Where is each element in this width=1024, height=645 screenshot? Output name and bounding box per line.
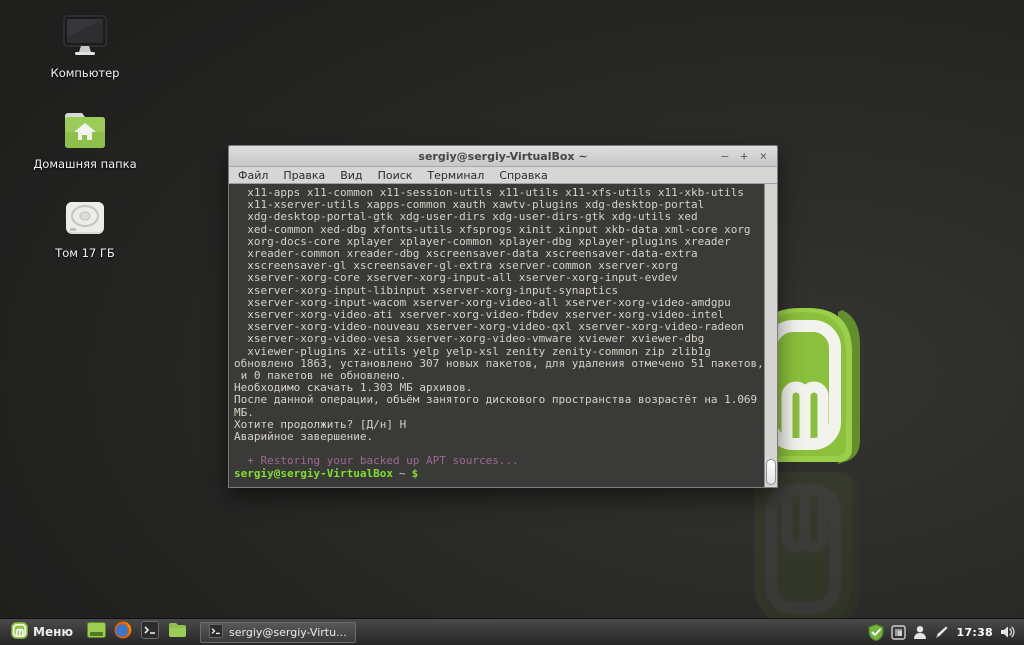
- screen-session-tray-icon[interactable]: [891, 624, 907, 640]
- window-title: sergiy@sergiy-VirtualBox ~: [418, 149, 588, 163]
- pen-input-tray-icon[interactable]: [934, 625, 949, 640]
- menu-button[interactable]: Меню: [5, 621, 79, 644]
- maximize-button[interactable]: +: [741, 150, 748, 162]
- firefox-icon: [114, 621, 132, 643]
- update-manager-shield-icon[interactable]: [868, 623, 884, 641]
- desktop-icons: Компьютер Домашняя папка Том 17 ГБ: [26, 14, 144, 260]
- window-button-label: sergiy@sergiy-Virtu...: [229, 625, 347, 639]
- volume-icon[interactable]: [1000, 625, 1016, 639]
- prompt-user-host: sergiy@sergiy-VirtualBox: [234, 466, 393, 480]
- desktop-icon-computer[interactable]: Компьютер: [26, 14, 144, 80]
- terminal-icon: [209, 623, 224, 642]
- menu-search[interactable]: Поиск: [378, 169, 413, 182]
- taskbar-clock[interactable]: 17:38: [956, 626, 993, 639]
- terminal-output-line: xserver-xorg-core xserver-xorg-input-all…: [234, 271, 678, 285]
- menu-help[interactable]: Справка: [499, 169, 547, 182]
- scrollbar-thumb[interactable]: [766, 459, 776, 485]
- terminal-output-line: xserver-xorg-input-libinput xserver-xorg…: [234, 283, 619, 297]
- terminal-output-line: xdg-desktop-portal-gtk xdg-user-dirs xdg…: [234, 210, 698, 224]
- terminal-launcher[interactable]: [140, 621, 160, 643]
- system-tray: 17:38: [868, 623, 1019, 641]
- mint-menu-icon: [11, 621, 28, 643]
- close-button[interactable]: ×: [760, 150, 767, 162]
- terminal-output-line: xed-common xed-dbg xfonts-utils xfsprogs…: [234, 222, 751, 236]
- prompt-path: ~: [398, 466, 406, 480]
- taskbar-window-button[interactable]: sergiy@sergiy-Virtu...: [200, 621, 356, 643]
- desktop-icon-label: Том 17 ГБ: [55, 246, 115, 260]
- menu-file[interactable]: Файл: [238, 169, 268, 182]
- disk-icon: [62, 200, 108, 242]
- menu-edit[interactable]: Правка: [283, 169, 325, 182]
- terminal-scrollbar[interactable]: [764, 184, 777, 487]
- desktop-icon-home[interactable]: Домашняя папка: [26, 109, 144, 171]
- user-applet-icon[interactable]: [913, 625, 927, 640]
- terminal-prompt-line: sergiy@sergiy-VirtualBox ~ $: [234, 466, 761, 480]
- terminal-output-line: xserver-xorg-video-vesa xserver-xorg-vid…: [234, 332, 705, 346]
- show-desktop-icon: [86, 622, 106, 642]
- minimize-button[interactable]: –: [721, 150, 728, 162]
- mint-logo-reflection: [754, 468, 866, 628]
- home-folder-icon: [62, 109, 108, 153]
- firefox-launcher[interactable]: [113, 621, 133, 643]
- terminal-window: sergiy@sergiy-VirtualBox ~ – + × Файл Пр…: [228, 145, 778, 488]
- desktop: Компьютер Домашняя папка Том 17 ГБ sergi…: [0, 0, 1024, 645]
- terminal-output: x11-apps x11-common x11-session-utils x1…: [234, 186, 764, 455]
- taskbar: Меню sergiy@sergiy-Virtu... 17:38: [0, 618, 1024, 645]
- terminal-output-line: Аварийное завершение.: [234, 430, 374, 444]
- folder-icon: [168, 622, 187, 642]
- terminal-content[interactable]: x11-apps x11-common x11-session-utils x1…: [229, 184, 777, 487]
- menu-terminal[interactable]: Терминал: [427, 169, 484, 182]
- desktop-icon-volume[interactable]: Том 17 ГБ: [26, 200, 144, 260]
- prompt-symbol: $: [411, 466, 419, 480]
- desktop-icon-label: Домашняя папка: [33, 157, 137, 171]
- terminal-output-line: xviewer-plugins xz-utils yelp yelp-xsl z…: [234, 344, 711, 358]
- terminal-output-line: После данной операции, объём занятого ди…: [234, 393, 758, 407]
- computer-icon: [60, 14, 110, 62]
- terminal-menubar: Файл Правка Вид Поиск Терминал Справка: [229, 167, 777, 184]
- terminal-icon: [141, 621, 160, 643]
- file-manager-launcher[interactable]: [167, 622, 187, 642]
- terminal-titlebar[interactable]: sergiy@sergiy-VirtualBox ~ – + ×: [229, 146, 777, 167]
- desktop-icon-label: Компьютер: [50, 66, 120, 80]
- menu-button-label: Меню: [33, 625, 74, 639]
- show-desktop-button[interactable]: [86, 622, 106, 642]
- menu-view[interactable]: Вид: [340, 169, 362, 182]
